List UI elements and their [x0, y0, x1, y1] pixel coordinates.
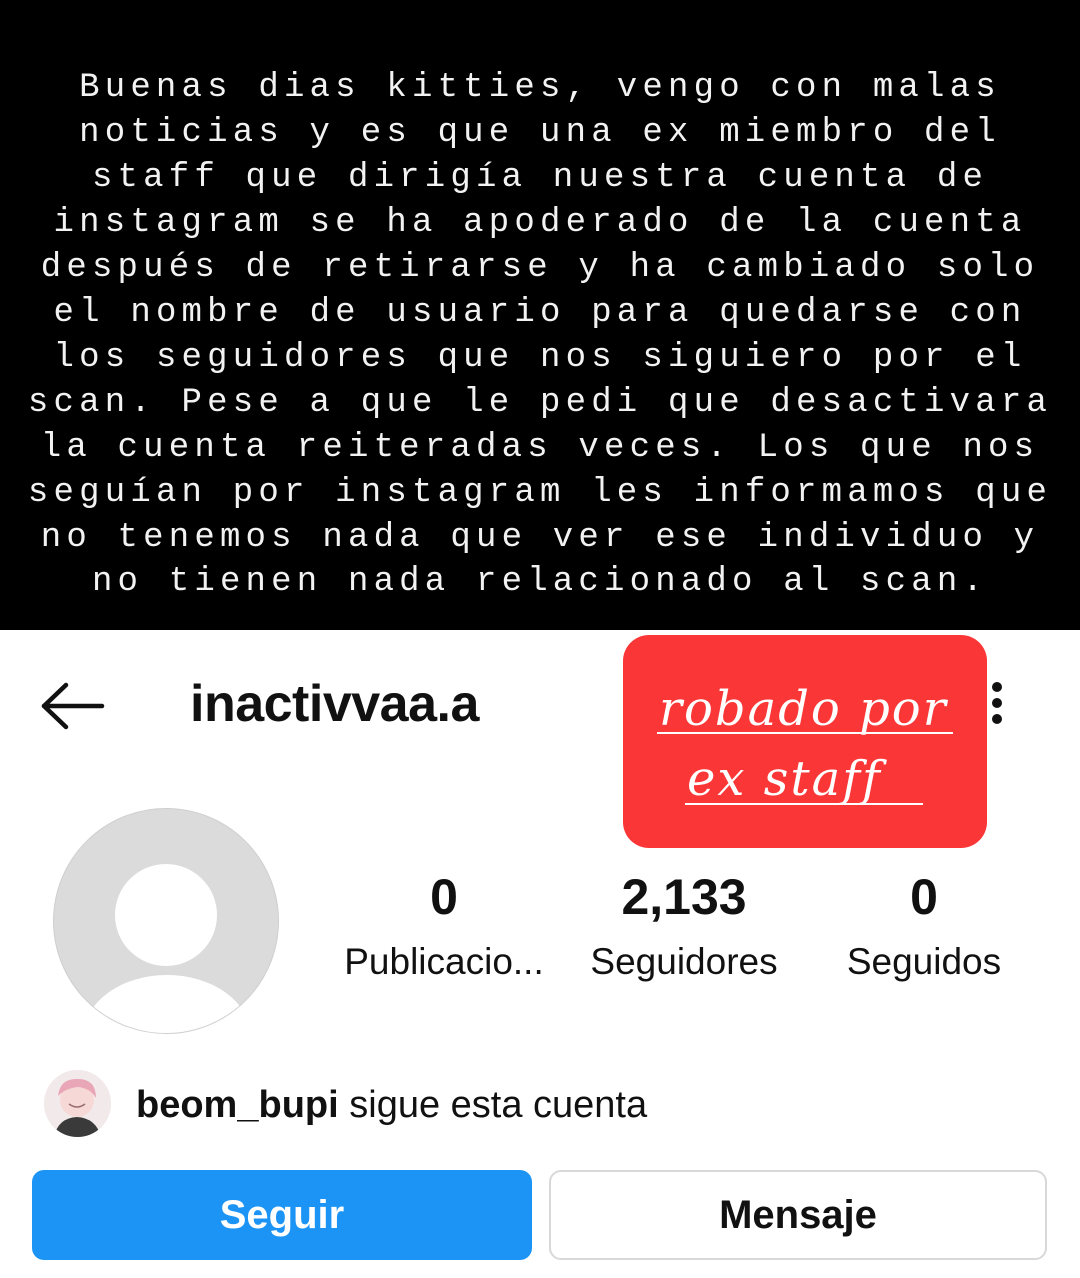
followed-by-suffix: sigue esta cuenta	[338, 1084, 648, 1126]
notice-line: el nombre de usuario para quedarse con	[53, 294, 1027, 332]
posts-count: 0	[430, 869, 458, 925]
sticker-line-1: robado por	[659, 681, 948, 737]
follow-button[interactable]: Seguir	[32, 1170, 532, 1260]
notice-line: no tienen nada relacionado al scan.	[91, 563, 989, 601]
notice-line: staff que dirigía nuestra cuenta de	[91, 159, 989, 197]
follower-avatar[interactable]	[44, 1070, 111, 1137]
arrow-left-icon[interactable]	[40, 682, 106, 730]
following-label: Seguidos	[846, 941, 1002, 982]
notice-line: Buenas dias kitties, vengo con malas	[79, 69, 1001, 107]
followers-label: Seguidores	[590, 941, 778, 982]
followers-count: 2,133	[621, 869, 747, 925]
following-count: 0	[910, 869, 938, 925]
notice-line: noticias y es que una ex miembro del	[79, 114, 1001, 152]
profile-username: inactivvaa.a	[190, 675, 479, 733]
notice-line: los seguidores que nos siguiero por el	[53, 339, 1027, 377]
notice-line: instagram se ha apoderado de la cuenta	[53, 204, 1027, 242]
sticker-line-2: ex staff	[687, 751, 882, 807]
posts-label: Publicacio...	[344, 941, 544, 982]
follower-username[interactable]: beom_bupi	[136, 1084, 339, 1126]
stat-following[interactable]: 0 Seguidos	[804, 868, 1044, 984]
stat-posts[interactable]: 0 Publicacio...	[324, 868, 564, 984]
message-button[interactable]: Mensaje	[549, 1170, 1047, 1260]
notice-banner: Buenas dias kitties, vengo con malas not…	[0, 0, 1080, 630]
sticker-underline	[685, 803, 923, 805]
followed-by-text: beom_bupi sigue esta cuenta	[136, 1082, 647, 1128]
stolen-annotation-sticker: robado por ex staff	[623, 635, 987, 848]
more-vertical-icon[interactable]	[984, 680, 1010, 728]
notice-line: scan. Pese a que le pedi que desactivara	[27, 384, 1053, 422]
notice-line: la cuenta reiteradas veces. Los que nos	[40, 429, 1040, 467]
stat-followers[interactable]: 2,133 Seguidores	[564, 868, 804, 984]
notice-line: seguían por instagram les informamos que	[27, 474, 1053, 512]
default-avatar-icon[interactable]	[53, 808, 279, 1034]
notice-line: no tenemos nada que ver ese individuo y	[40, 519, 1040, 557]
notice-line: después de retirarse y ha cambiado solo	[40, 249, 1040, 287]
sticker-underline	[657, 732, 953, 734]
